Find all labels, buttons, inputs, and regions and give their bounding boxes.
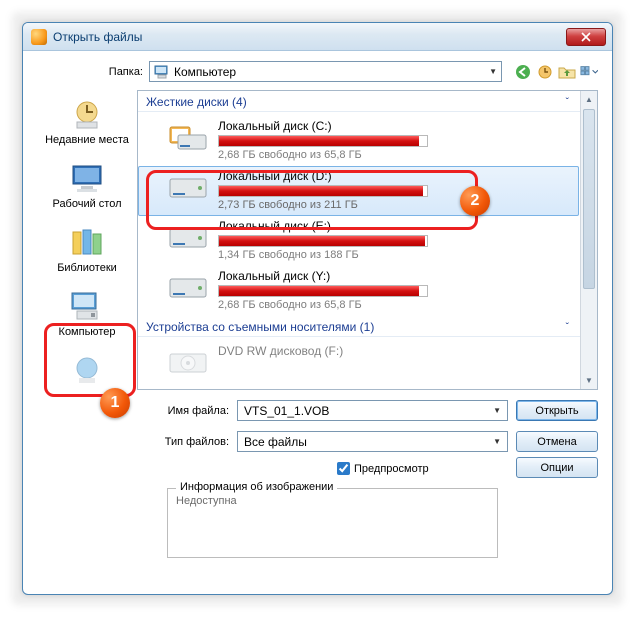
image-info-box: Информация об изображении Недоступна xyxy=(167,488,498,558)
back-icon[interactable] xyxy=(514,63,532,81)
computer-icon xyxy=(154,65,170,79)
recent-places-icon xyxy=(67,98,107,132)
drive-y-usage xyxy=(218,285,428,297)
options-button[interactable]: Опции xyxy=(516,457,598,478)
file-listing[interactable]: Жесткие диски (4) ˇ Локальный диск (C:) … xyxy=(137,90,598,390)
place-computer-label: Компьютер xyxy=(41,326,133,338)
place-libraries[interactable]: Библиотеки xyxy=(41,222,133,278)
preview-label: Предпросмотр xyxy=(354,463,429,475)
place-libraries-label: Библиотеки xyxy=(41,262,133,274)
image-info-legend: Информация об изображении xyxy=(176,481,337,493)
place-recent[interactable]: Недавние места xyxy=(41,94,133,150)
toolbar-icons xyxy=(514,63,598,81)
open-file-dialog: Открыть файлы Папка: Компьютер ▼ xyxy=(22,22,613,595)
scroll-down-icon[interactable]: ▼ xyxy=(581,372,597,389)
collapse-icon[interactable]: ˇ xyxy=(566,97,569,108)
drive-e-name: Локальный диск (E:) xyxy=(218,219,569,233)
drive-e-usage xyxy=(218,235,428,247)
filename-input[interactable]: VTS_01_1.VOB ▼ xyxy=(237,400,508,421)
close-icon xyxy=(581,32,591,42)
hdd-icon xyxy=(168,171,208,201)
dvd-icon xyxy=(168,346,208,376)
folder-label: Папка: xyxy=(103,66,143,78)
dropdown-icon: ▼ xyxy=(493,437,501,446)
close-button[interactable] xyxy=(566,28,606,46)
desktop-icon xyxy=(67,162,107,196)
drive-y-free: 2,68 ГБ свободно из 65,8 ГБ xyxy=(218,299,569,311)
dropdown-icon: ▼ xyxy=(493,406,501,415)
drive-d-name: Локальный диск (D:) xyxy=(218,169,569,183)
drive-e[interactable]: Локальный диск (E:) 1,34 ГБ свободно из … xyxy=(138,216,579,266)
scroll-up-icon[interactable]: ▲ xyxy=(581,91,597,108)
place-desktop-label: Рабочий стол xyxy=(41,198,133,210)
filename-label: Имя файла: xyxy=(143,405,229,417)
libraries-icon xyxy=(67,226,107,260)
group-hdd-title: Жесткие диски (4) xyxy=(146,95,247,109)
drive-dvd[interactable]: DVD RW дисковод (F:) xyxy=(138,341,579,381)
drive-c-free: 2,68 ГБ свободно из 65,8 ГБ xyxy=(218,149,569,161)
collapse-icon[interactable]: ˇ xyxy=(566,322,569,333)
preview-checkbox[interactable] xyxy=(337,462,350,475)
filetype-label: Тип файлов: xyxy=(143,436,229,448)
filetype-value: Все файлы xyxy=(244,435,307,449)
app-icon xyxy=(31,29,47,45)
scroll-thumb[interactable] xyxy=(583,109,595,289)
drive-y[interactable]: Локальный диск (Y:) 2,68 ГБ свободно из … xyxy=(138,266,579,316)
window-title: Открыть файлы xyxy=(53,30,566,44)
cancel-button[interactable]: Отмена xyxy=(516,431,598,452)
folder-value: Компьютер xyxy=(174,65,236,79)
places-bar: Недавние места Рабочий стол Библиотеки К… xyxy=(37,90,137,390)
drive-y-name: Локальный диск (Y:) xyxy=(218,269,569,283)
place-computer[interactable]: Компьютер xyxy=(41,286,133,342)
computer-place-icon xyxy=(67,290,107,324)
place-network[interactable] xyxy=(41,350,133,394)
hdd-icon xyxy=(168,121,208,151)
up-folder-icon[interactable] xyxy=(558,63,576,81)
drive-c-usage xyxy=(218,135,428,147)
view-icon[interactable] xyxy=(580,63,598,81)
hdd-icon xyxy=(168,221,208,251)
drive-c[interactable]: Локальный диск (C:) 2,68 ГБ свободно из … xyxy=(138,116,579,166)
image-info-text: Недоступна xyxy=(176,495,237,507)
hdd-icon xyxy=(168,271,208,301)
dropdown-icon: ▼ xyxy=(489,67,497,76)
drive-d[interactable]: Локальный диск (D:) 2,73 ГБ свободно из … xyxy=(138,166,579,216)
drive-d-usage xyxy=(218,185,428,197)
group-removable-header[interactable]: Устройства со съемными носителями (1) ˇ xyxy=(138,316,597,337)
network-icon xyxy=(67,354,107,388)
folder-combo[interactable]: Компьютер ▼ xyxy=(149,61,502,82)
place-desktop[interactable]: Рабочий стол xyxy=(41,158,133,214)
drive-e-free: 1,34 ГБ свободно из 188 ГБ xyxy=(218,249,569,261)
place-recent-label: Недавние места xyxy=(41,134,133,146)
titlebar[interactable]: Открыть файлы xyxy=(23,23,612,51)
open-button[interactable]: Открыть xyxy=(516,400,598,421)
filename-value: VTS_01_1.VOB xyxy=(244,404,329,418)
drive-d-free: 2,73 ГБ свободно из 211 ГБ xyxy=(218,199,569,211)
group-hdd-header[interactable]: Жесткие диски (4) ˇ xyxy=(138,91,597,112)
filetype-select[interactable]: Все файлы ▼ xyxy=(237,431,508,452)
scrollbar[interactable]: ▲ ▼ xyxy=(580,91,597,389)
group-removable-title: Устройства со съемными носителями (1) xyxy=(146,320,374,334)
drive-c-name: Локальный диск (C:) xyxy=(218,119,569,133)
drive-dvd-name: DVD RW дисковод (F:) xyxy=(218,344,569,358)
recent-icon[interactable] xyxy=(536,63,554,81)
